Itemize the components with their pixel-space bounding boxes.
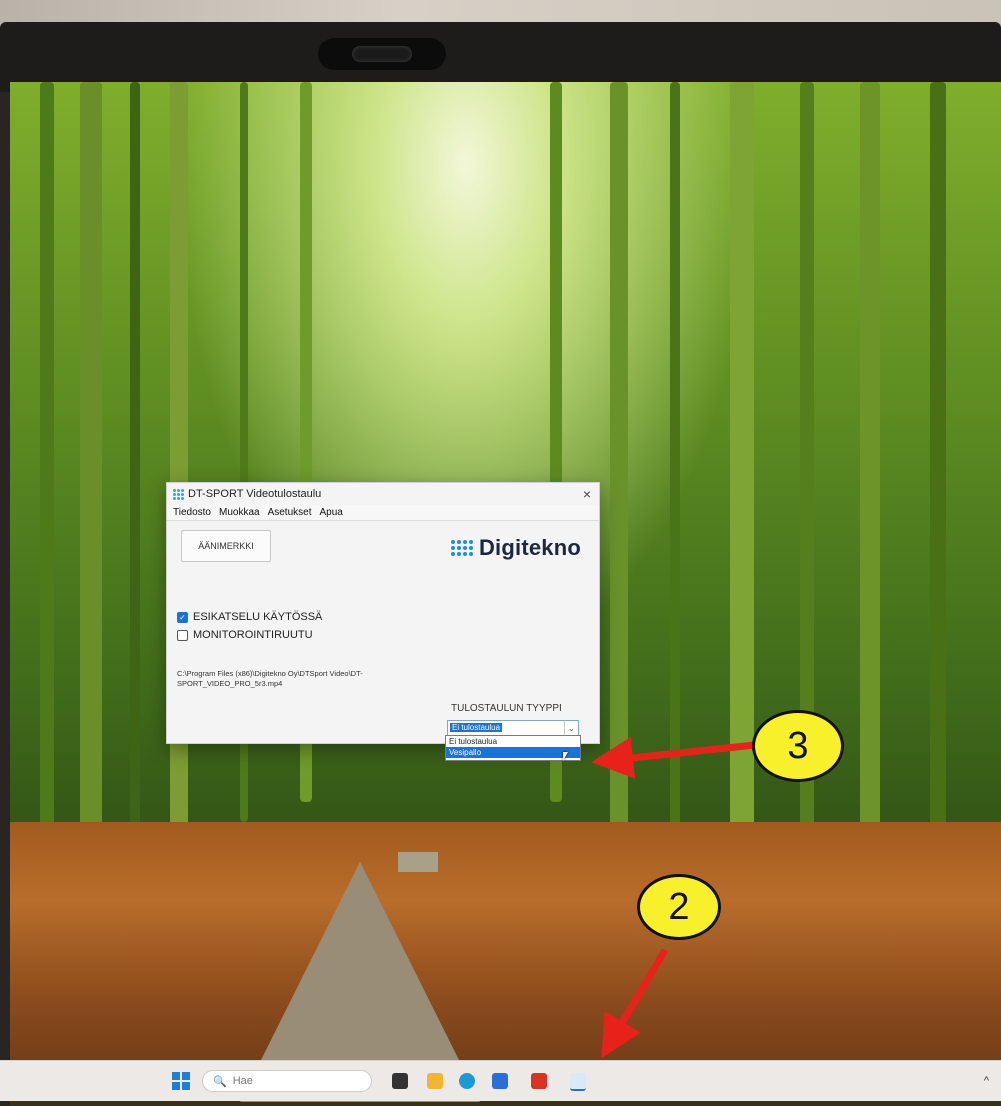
window-titlebar[interactable]: DT-SPORT Videotulostaulu	[167, 483, 599, 505]
monitor-checkbox-label: MONITOROINTIRUUTU	[193, 629, 313, 641]
select-current-value: Ei tulostaulua	[450, 723, 503, 732]
edge-browser-icon[interactable]	[459, 1073, 475, 1089]
preview-checkbox-row[interactable]: ✓ ESIKATSELU KÄYTÖSSÄ	[177, 611, 322, 623]
search-placeholder: Hae	[232, 1075, 253, 1087]
menu-tiedosto[interactable]: Tiedosto	[173, 507, 211, 518]
taskbar: 🔍 Hae ^	[0, 1060, 1001, 1101]
monitor-checkbox-row[interactable]: MONITOROINTIRUUTU	[177, 629, 313, 641]
dtsport-app-icon[interactable]	[570, 1073, 586, 1091]
app-icon	[173, 489, 184, 500]
preview-checkbox[interactable]: ✓	[177, 611, 188, 623]
preview-checkbox-label: ESIKATSELU KÄYTÖSSÄ	[193, 611, 323, 623]
windows-start-icon[interactable]	[172, 1072, 190, 1090]
video-file-path: C:\Program Files (x86)\Digitekno Oy\DTSp…	[177, 669, 363, 688]
menu-asetukset[interactable]: Asetukset	[268, 507, 312, 518]
annotation-badge-2: 2	[637, 874, 721, 940]
digitekno-logo: Digitekno	[450, 535, 581, 561]
menu-bar: Tiedosto Muokkaa Asetukset Apua	[167, 505, 599, 521]
mouse-cursor-icon	[563, 752, 568, 761]
option-ei-tulostaulua[interactable]: Ei tulostaulua	[446, 736, 580, 747]
logo-text: Digitekno	[478, 535, 581, 560]
search-icon: 🔍	[213, 1075, 227, 1088]
close-icon[interactable]: ×	[583, 486, 591, 502]
sound-signal-button[interactable]: ÄÄNIMERKKI	[181, 530, 271, 562]
red-app-icon[interactable]	[531, 1073, 547, 1089]
webcam-lens	[352, 46, 412, 62]
menu-muokkaa[interactable]: Muokkaa	[219, 507, 260, 518]
tray-chevron-icon[interactable]: ^	[984, 1075, 989, 1087]
monitor-checkbox[interactable]	[177, 629, 188, 641]
chevron-down-icon[interactable]: ⌄	[564, 721, 578, 736]
window-title: DT-SPORT Videotulostaulu	[188, 488, 322, 500]
task-view-icon[interactable]	[392, 1073, 408, 1089]
logo-dots-icon	[450, 540, 473, 556]
scoreboard-type-label: TULOSTAULUN TYYPPI	[451, 703, 562, 714]
scoreboard-type-dropdown: Ei tulostaulua Vesipallo	[445, 735, 581, 761]
taskbar-search[interactable]: 🔍 Hae	[202, 1070, 372, 1092]
annotation-badge-3: 3	[752, 710, 844, 782]
menu-apua[interactable]: Apua	[319, 507, 342, 518]
file-explorer-icon[interactable]	[427, 1073, 443, 1089]
store-icon[interactable]	[492, 1073, 508, 1089]
app-window: DT-SPORT Videotulostaulu × Tiedosto Muok…	[166, 482, 600, 744]
undergrowth	[10, 822, 1001, 1082]
option-vesipallo[interactable]: Vesipallo	[446, 747, 580, 758]
